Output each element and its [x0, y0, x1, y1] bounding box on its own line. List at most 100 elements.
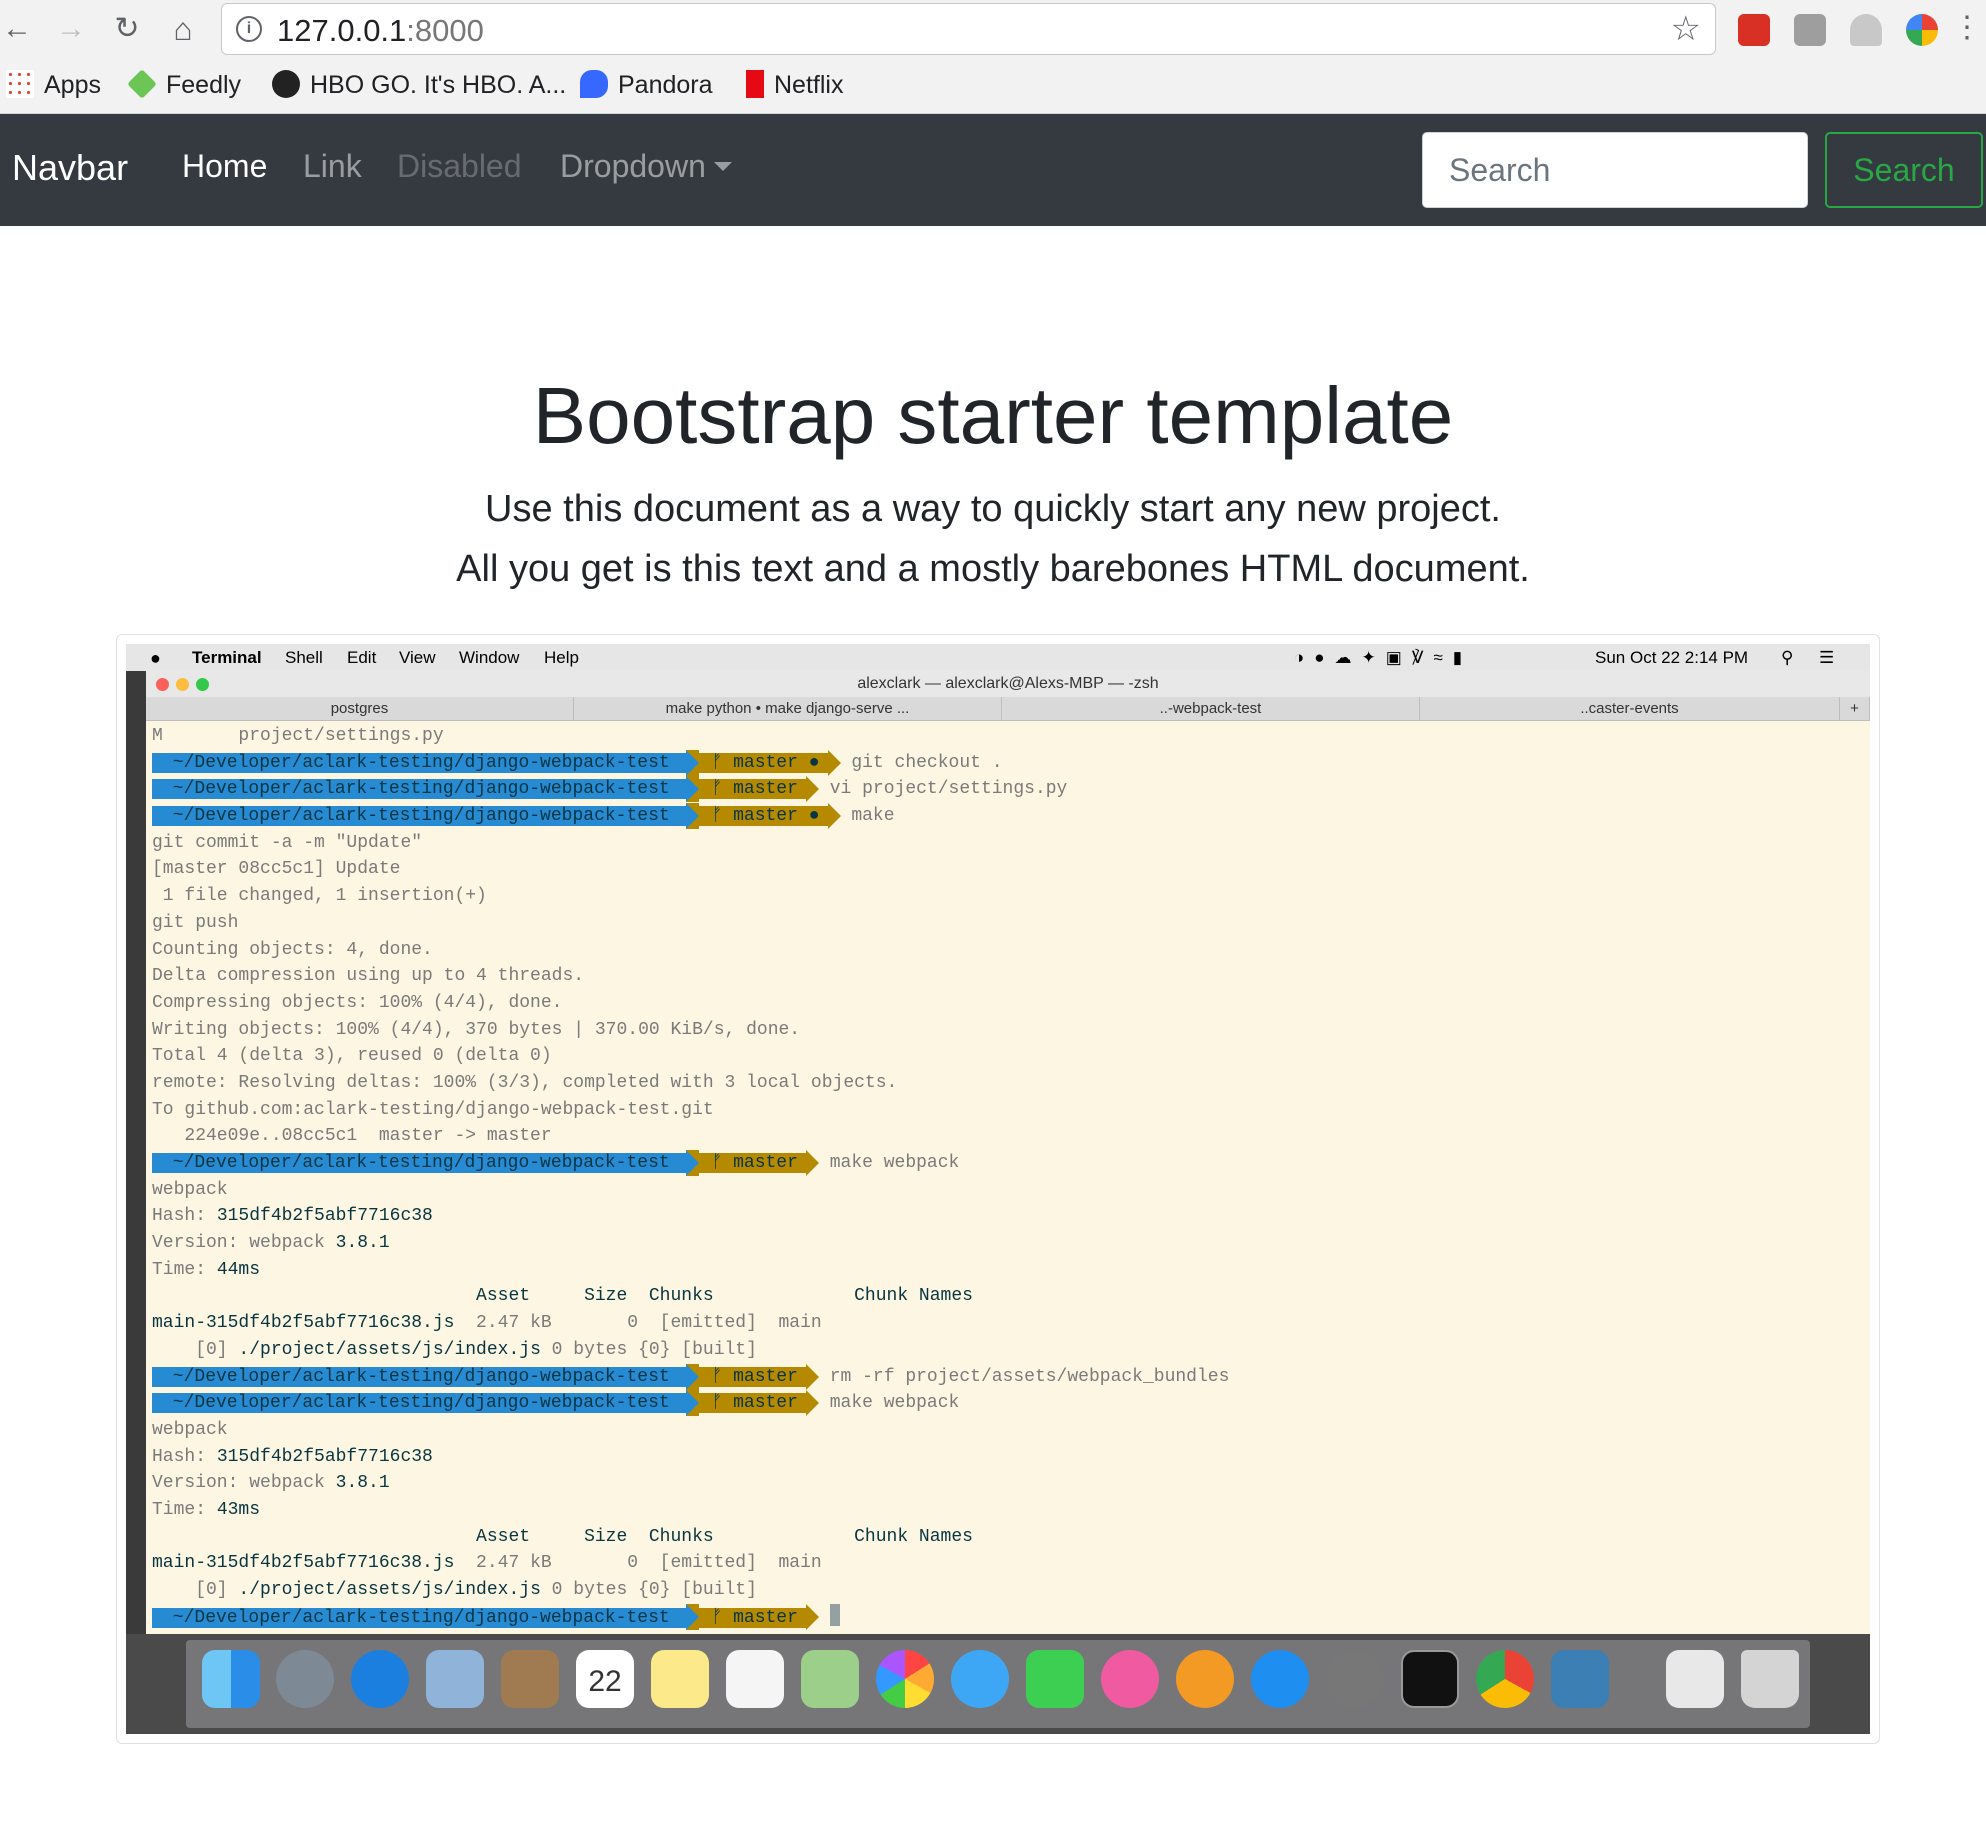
- terminal-line: 224e09e..08cc5c1 master -> master: [152, 1126, 552, 1147]
- cursor: [829, 1603, 840, 1626]
- terminal-screenshot: ● Terminal Shell Edit View Window Help ◑…: [126, 644, 1870, 1734]
- zoom-icon: [196, 678, 209, 691]
- menu-edit: Edit: [347, 648, 377, 667]
- terminal-line: main-315df4b2f5abf7716c38.js 2.47 kB 0 […: [152, 1553, 822, 1574]
- command: make webpack: [829, 1153, 960, 1173]
- extension-icon[interactable]: [1794, 14, 1826, 46]
- finder-icon: [202, 1650, 260, 1708]
- prompt-path: ~/Developer/aclark-testing/django-webpac…: [152, 1153, 687, 1173]
- terminal-line: Hash: 315df4b2f5abf7716c38: [152, 1446, 433, 1467]
- menubar-clock: Sun Oct 22 2:14 PM: [1595, 648, 1749, 667]
- terminal-line: [0] ./project/assets/js/index.js 0 bytes…: [152, 1580, 757, 1600]
- nav-link-link[interactable]: Link: [303, 148, 362, 185]
- bookmark-apps[interactable]: Apps: [6, 70, 101, 100]
- terminal-line: git commit -a -m "Update": [152, 832, 423, 853]
- lead-text-1: Use this document as a way to quickly st…: [485, 488, 1501, 530]
- search-input[interactable]: [1422, 132, 1808, 208]
- nav-link-home[interactable]: Home: [182, 148, 267, 185]
- facetime-icon: [1026, 1650, 1084, 1708]
- page-title: Bootstrap starter template: [532, 371, 1454, 460]
- google-extension-icon[interactable]: [1906, 14, 1938, 46]
- prompt-path: ~/Developer/aclark-testing/django-webpac…: [152, 752, 687, 773]
- feedly-icon: [127, 69, 157, 99]
- url-text[interactable]: 127.0.0.1:8000: [277, 13, 484, 49]
- caret-down-icon: [713, 162, 732, 171]
- prompt-line: ~/Developer/aclark-testing/django-webpac…: [152, 1603, 1852, 1631]
- terminal-tabs: postgres make python • make django-serve…: [146, 697, 1870, 721]
- trash-icon: [1741, 1650, 1799, 1708]
- bookmark-label: Pandora: [618, 71, 713, 99]
- nav-dropdown[interactable]: Dropdown: [560, 148, 732, 185]
- bookmarks-bar: Apps Feedly HBO GO. It's HBO. A... Pando…: [0, 62, 1986, 114]
- mac-dock: 22: [126, 1634, 1870, 1734]
- terminal-line: Time: 44ms: [152, 1259, 261, 1280]
- prompt-line: ~/Developer/aclark-testing/django-webpac…: [152, 1390, 1852, 1417]
- command: make webpack: [829, 1393, 960, 1414]
- navbar-brand[interactable]: Navbar: [12, 147, 128, 189]
- back-icon[interactable]: ←: [0, 12, 34, 46]
- prompt-path: ~/Developer/aclark-testing/django-webpac…: [152, 1607, 687, 1628]
- bookmark-label: Feedly: [166, 71, 242, 99]
- terminal-line: Writing objects: 100% (4/4), 370 bytes |…: [152, 1019, 801, 1040]
- mail-icon: [426, 1650, 484, 1708]
- prompt-line: ~/Developer/aclark-testing/django-webpac…: [152, 803, 1852, 830]
- chrome-menu-icon[interactable]: ⋮: [1952, 10, 1982, 45]
- prompt-branch: ᚠ master: [699, 779, 806, 800]
- ibooks-icon: [1176, 1650, 1234, 1708]
- menu-view: View: [399, 648, 436, 667]
- menu-help: Help: [544, 648, 579, 667]
- mac-menubar: ● Terminal Shell Edit View Window Help ◑…: [126, 644, 1870, 671]
- prompt-path: ~/Developer/aclark-testing/django-webpac…: [152, 1366, 687, 1387]
- terminal-line: Version: webpack 3.8.1: [152, 1233, 390, 1254]
- terminal-line: [0] ./project/assets/js/index.js 0 bytes…: [152, 1339, 757, 1360]
- command: vi project/settings.py: [829, 779, 1068, 800]
- command: make: [840, 806, 895, 827]
- terminal-line: remote: Resolving deltas: 100% (3/3), co…: [152, 1072, 898, 1093]
- prompt-path: ~/Developer/aclark-testing/django-webpac…: [152, 779, 687, 800]
- terminal-line: To github.com:aclark-testing/django-webp…: [152, 1099, 714, 1120]
- nav-link-disabled: Disabled: [397, 148, 522, 184]
- bookmark-netflix[interactable]: Netflix: [746, 70, 843, 100]
- reload-icon[interactable]: ↻: [110, 12, 144, 46]
- terminal-line: Delta compression using up to 4 threads.: [152, 966, 585, 987]
- terminal-line: Counting objects: 4, done.: [152, 939, 433, 960]
- close-icon: [156, 678, 169, 691]
- bookmark-star-icon[interactable]: ☆: [1671, 9, 1701, 49]
- prompt-branch: ᚠ master: [699, 1153, 806, 1173]
- terminal-line: Time: 43ms: [152, 1499, 261, 1520]
- navbar: Navbar Home Link Disabled Dropdown Searc…: [0, 114, 1986, 226]
- prompt-line: ~/Developer/aclark-testing/django-webpac…: [152, 776, 1852, 803]
- terminal-icon: [1401, 1650, 1459, 1708]
- terminal-line: [master 08cc5c1] Update: [152, 859, 401, 880]
- command: git checkout .: [840, 752, 1003, 773]
- terminal-line: Version: webpack 3.8.1: [152, 1473, 390, 1494]
- system-preferences-icon: [1326, 1650, 1384, 1708]
- drive-extension-icon[interactable]: [1850, 14, 1882, 46]
- menu-terminal: Terminal: [192, 648, 262, 667]
- notes-icon: [651, 1650, 709, 1708]
- site-info-icon[interactable]: i: [236, 16, 262, 42]
- forward-icon[interactable]: →: [54, 12, 88, 46]
- bookmark-hbo[interactable]: HBO GO. It's HBO. A...: [272, 70, 566, 100]
- safari-icon: [351, 1650, 409, 1708]
- terminal-line: webpack: [152, 1179, 228, 1200]
- home-icon[interactable]: ⌂: [166, 12, 200, 46]
- terminal-output: M project/settings.py ~/Developer/aclark…: [152, 723, 1852, 1630]
- itunes-icon: [1101, 1650, 1159, 1708]
- prompt-path: ~/Developer/aclark-testing/django-webpac…: [152, 806, 687, 827]
- terminal-line: Asset Size Chunks Chunk Names: [152, 1286, 973, 1307]
- downloads-icon: [1666, 1650, 1724, 1708]
- prompt-line: ~/Developer/aclark-testing/django-webpac…: [152, 1363, 1852, 1391]
- minimize-icon: [176, 678, 189, 691]
- command: rm -rf project/assets/webpack_bundles: [829, 1366, 1230, 1387]
- bookmark-pandora[interactable]: Pandora: [580, 70, 713, 100]
- search-button[interactable]: Search: [1825, 132, 1983, 208]
- lastpass-extension-icon[interactable]: [1738, 14, 1770, 46]
- bookmark-feedly[interactable]: Feedly: [127, 69, 242, 100]
- prompt-branch: ᚠ master: [699, 1393, 806, 1414]
- prompt-path: ~/Developer/aclark-testing/django-webpac…: [152, 1393, 687, 1414]
- prompt-branch: ᚠ master: [699, 1366, 806, 1387]
- terminal-line: Total 4 (delta 3), reused 0 (delta 0): [152, 1046, 552, 1067]
- address-bar[interactable]: i 127.0.0.1:8000 ☆: [221, 3, 1716, 55]
- prompt-branch: ᚠ master ●: [699, 806, 828, 827]
